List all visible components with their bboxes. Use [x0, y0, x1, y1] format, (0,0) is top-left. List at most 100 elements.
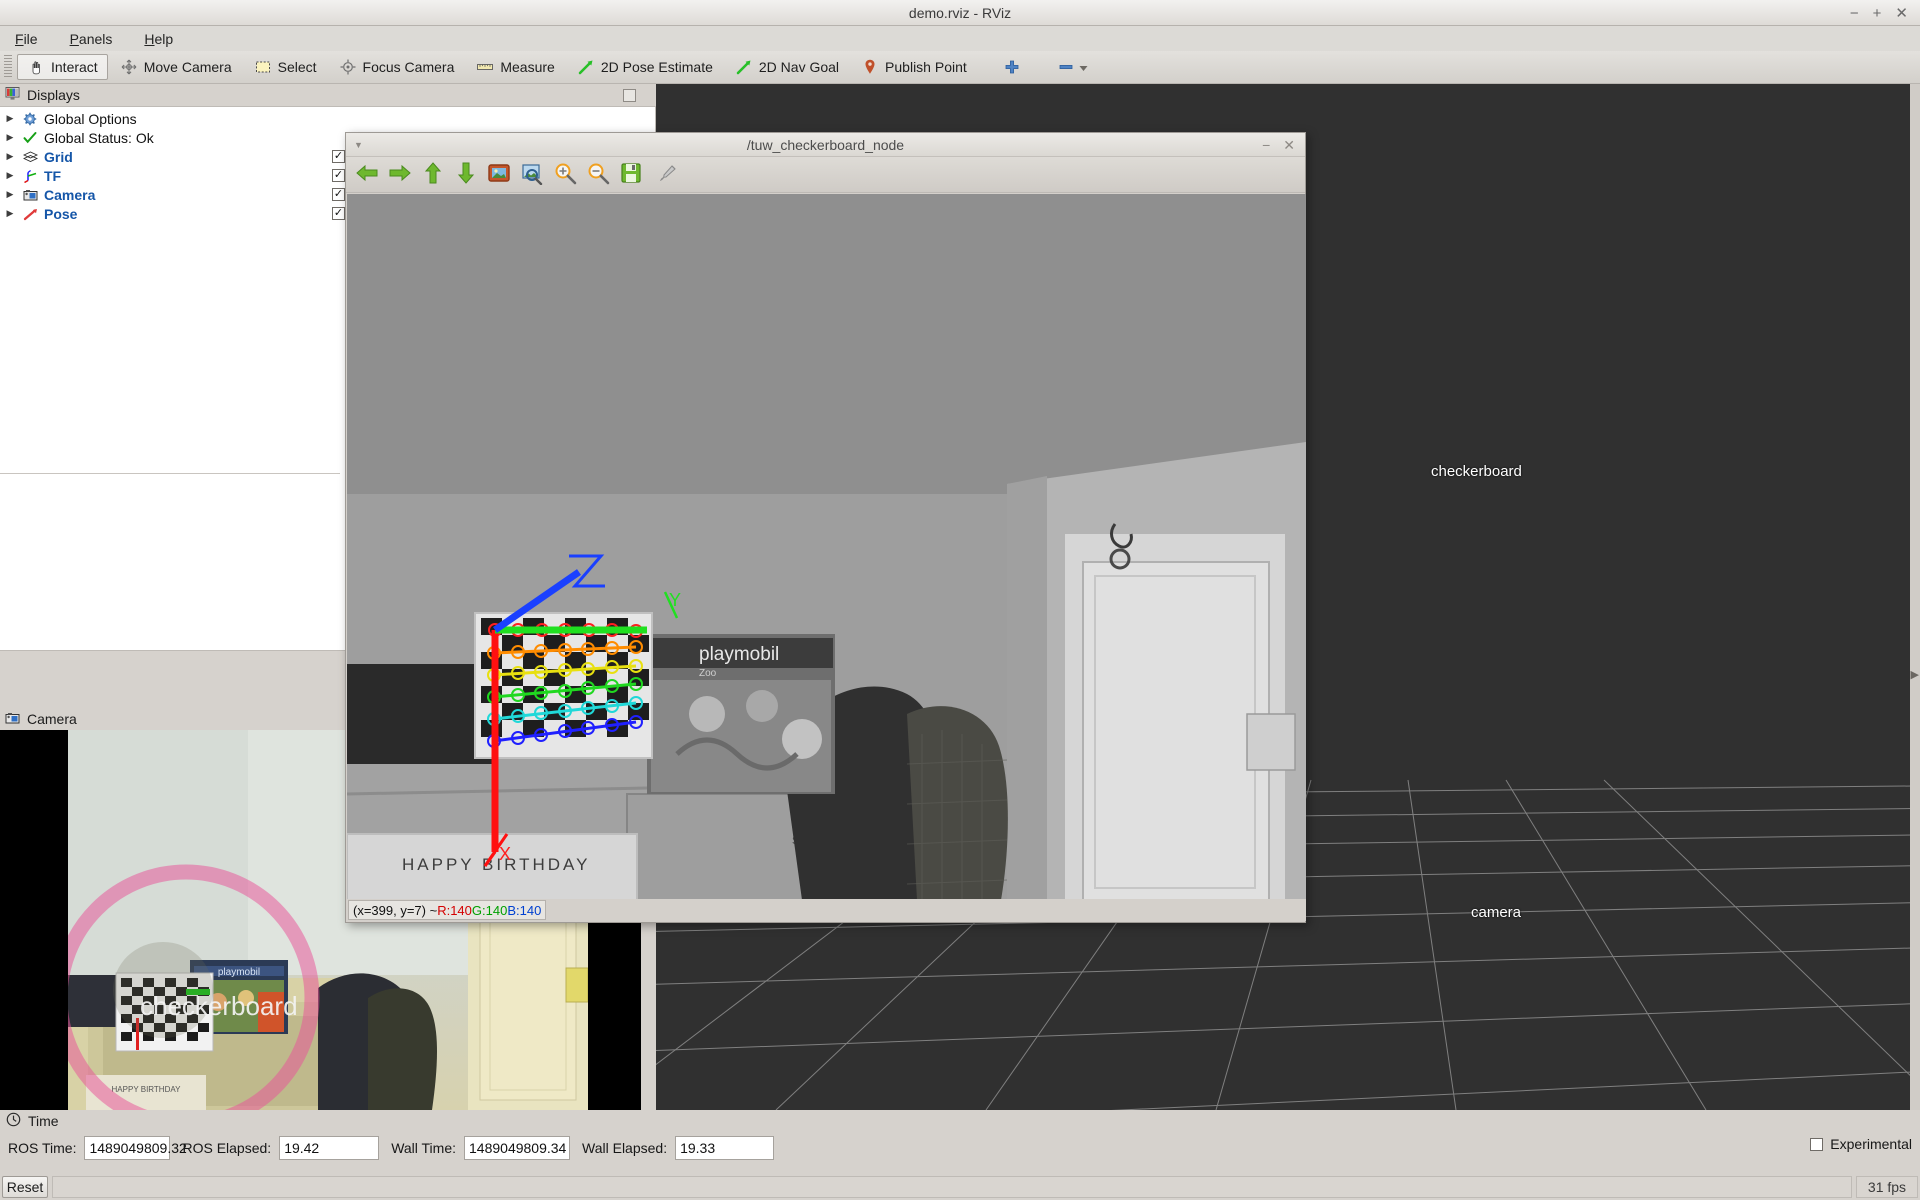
window-controls: − + ✕	[1850, 0, 1908, 26]
reset-button[interactable]: Reset	[2, 1176, 48, 1198]
maximize-button[interactable]: +	[1873, 6, 1882, 21]
tree-item-checkbox[interactable]: ✓	[332, 150, 345, 163]
close-button[interactable]: ✕	[1895, 6, 1908, 21]
hand-cursor-icon	[27, 58, 45, 76]
zoom-in-icon[interactable]	[553, 161, 577, 189]
ros-elapsed-input[interactable]: 19.42	[279, 1136, 379, 1160]
svg-text:playmobil: playmobil	[218, 967, 260, 978]
tool-2d-pose-estimate[interactable]: 2D Pose Estimate	[567, 54, 723, 80]
image-viewer-minimize-button[interactable]: −	[1262, 138, 1270, 152]
ros-time-input[interactable]: 1489049809.32	[84, 1136, 170, 1160]
tree-item-checkbox[interactable]: ✓	[332, 207, 345, 220]
chevron-down-icon[interactable]	[1078, 58, 1089, 76]
pixel-blue-value: B:140	[507, 903, 541, 918]
time-panel: Time ROS Time: 1489049809.32 ROS Elapsed…	[0, 1110, 1920, 1200]
green-arrow-icon	[577, 58, 595, 76]
menu-file[interactable]: File	[10, 29, 43, 49]
tool-focus-camera[interactable]: Focus Camera	[329, 54, 465, 80]
fps-indicator: 31 fps	[1856, 1176, 1918, 1198]
time-fields-row: ROS Time: 1489049809.32 ROS Elapsed: 19.…	[0, 1132, 1920, 1164]
save-floppy-icon[interactable]	[619, 161, 643, 189]
window-title: demo.rviz - RViz	[909, 5, 1011, 21]
expand-arrow-icon[interactable]: ▶	[0, 113, 20, 124]
tool-move-camera-label: Move Camera	[144, 59, 232, 75]
wall-elapsed-input[interactable]: 19.33	[675, 1136, 774, 1160]
wall-time-label: Wall Time:	[391, 1140, 456, 1156]
expand-arrow-icon[interactable]: ▶	[0, 151, 20, 162]
arrow-up-icon[interactable]	[421, 161, 445, 189]
time-panel-header: Time	[0, 1110, 1920, 1132]
svg-text:Zoo: Zoo	[699, 668, 717, 679]
main-toolbar: Interact Move Camera Select	[0, 51, 1920, 84]
menu-file-rest: ile	[24, 31, 38, 47]
tool-2d-nav-goal[interactable]: 2D Nav Goal	[725, 54, 849, 80]
zoom-fit-icon[interactable]	[520, 161, 544, 189]
tool-publish-point[interactable]: Publish Point	[851, 54, 977, 80]
playmobil-label: playmobil	[699, 644, 779, 665]
tool-measure[interactable]: Measure	[466, 54, 564, 80]
pixel-red-value: R:140	[437, 903, 472, 918]
experimental-toggle[interactable]: Experimental	[1810, 1136, 1912, 1152]
tree-item-label: Camera	[40, 187, 95, 203]
displays-panel-close-box[interactable]	[623, 89, 636, 102]
status-bar: Reset 31 fps	[0, 1174, 1920, 1200]
experimental-label: Experimental	[1830, 1136, 1912, 1152]
menu-help[interactable]: Help	[139, 29, 178, 49]
arrow-down-icon[interactable]	[454, 161, 478, 189]
tree-splitter[interactable]	[0, 473, 340, 474]
tool-add-tool-button[interactable]	[993, 54, 1031, 80]
tool-interact[interactable]: Interact	[17, 54, 108, 80]
window-menu-icon[interactable]: ▼	[354, 140, 363, 150]
wall-time-input[interactable]: 1489049809.34	[464, 1136, 570, 1160]
tool-move-camera[interactable]: Move Camera	[110, 54, 242, 80]
brush-icon[interactable]	[656, 161, 680, 189]
tree-item-label: Grid	[40, 149, 73, 165]
tool-interact-label: Interact	[51, 59, 98, 75]
tree-item-label: Global Options	[40, 111, 137, 127]
right-dock-scrollbar[interactable]: ▶	[1910, 84, 1920, 1110]
camera-overlay-label: checkerboard	[140, 991, 298, 1021]
expand-arrow-icon[interactable]: ▶	[0, 132, 20, 143]
tool-select[interactable]: Select	[244, 54, 327, 80]
displays-icon	[5, 86, 20, 104]
tool-2d-nav-goal-label: 2D Nav Goal	[759, 59, 839, 75]
plus-icon	[1003, 58, 1021, 76]
tree-item-checkbox[interactable]: ✓	[332, 169, 345, 182]
ruler-icon	[476, 58, 494, 76]
tool-remove-tool-button[interactable]	[1047, 54, 1099, 80]
svg-text:X: X	[499, 844, 511, 864]
zoom-out-icon[interactable]	[586, 161, 610, 189]
move-camera-icon	[120, 58, 138, 76]
camera-icon	[20, 187, 40, 203]
expand-arrow-icon[interactable]: ▶	[0, 170, 20, 181]
arrow-right-icon[interactable]	[388, 161, 412, 189]
image-icon[interactable]	[487, 161, 511, 189]
ros-time-field: ROS Time: 1489049809.32	[8, 1136, 170, 1160]
tool-focus-camera-label: Focus Camera	[363, 59, 455, 75]
tool-publish-point-label: Publish Point	[885, 59, 967, 75]
status-message-strip	[52, 1176, 1852, 1198]
arrow-left-icon[interactable]	[355, 161, 379, 189]
tree-item-global-options[interactable]: ▶ Global Options	[0, 109, 655, 128]
expand-arrow-icon[interactable]: ▶	[0, 189, 20, 200]
tool-select-label: Select	[278, 59, 317, 75]
minimize-button[interactable]: −	[1850, 6, 1859, 21]
menu-panels[interactable]: Panels	[65, 29, 118, 49]
tree-item-label: Pose	[40, 206, 77, 222]
ros-time-label: ROS Time:	[8, 1140, 76, 1156]
tree-item-checkbox[interactable]: ✓	[332, 188, 345, 201]
displays-panel-header: Displays	[0, 84, 656, 106]
experimental-checkbox[interactable]	[1810, 1138, 1823, 1151]
menu-help-rest: elp	[155, 31, 174, 47]
chevron-right-icon[interactable]: ▶	[1911, 668, 1919, 681]
tool-measure-label: Measure	[500, 59, 554, 75]
wall-elapsed-label: Wall Elapsed:	[582, 1140, 667, 1156]
birthday-label: HAPPY BIRTHDAY	[402, 855, 590, 874]
ros-elapsed-field: ROS Elapsed: 19.42	[182, 1136, 379, 1160]
image-viewer-canvas[interactable]: Sedado playmobil Zoo	[347, 194, 1306, 900]
svg-text:HAPPY BIRTHDAY: HAPPY BIRTHDAY	[112, 1085, 182, 1094]
camera-icon	[5, 711, 20, 728]
image-viewer-close-button[interactable]: ✕	[1283, 138, 1295, 152]
toolbar-drag-handle[interactable]	[4, 55, 12, 79]
expand-arrow-icon[interactable]: ▶	[0, 208, 20, 219]
